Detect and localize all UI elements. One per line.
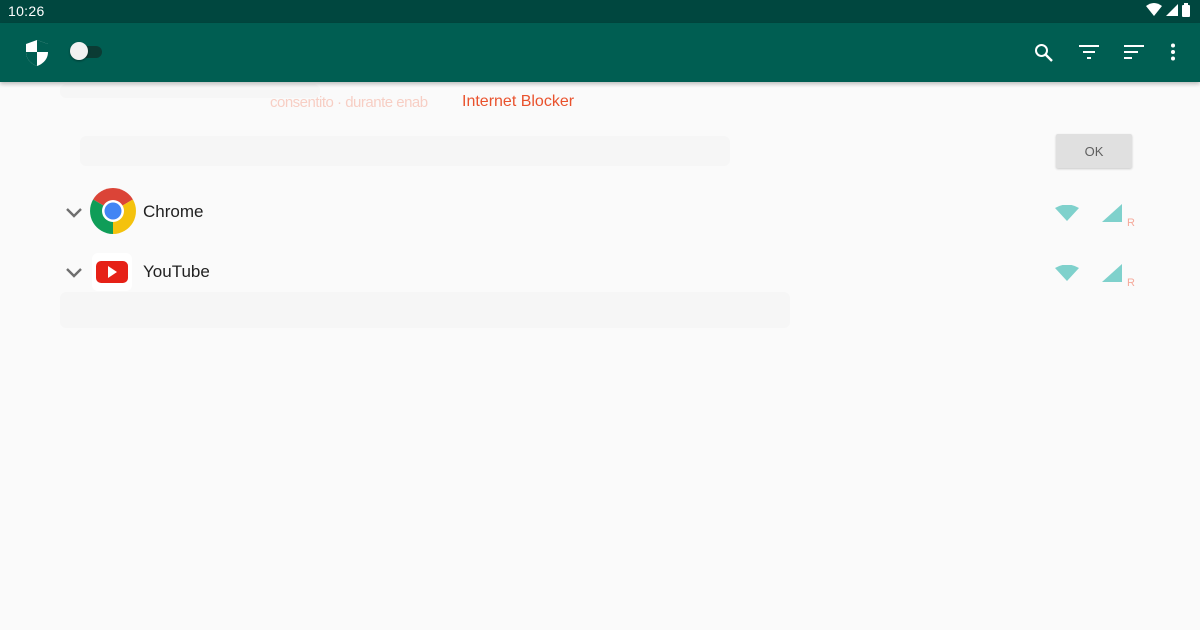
app-row-youtube[interactable]: YouTube R [0,247,1200,297]
more-vert-icon[interactable] [1169,43,1177,61]
sort-icon[interactable] [1124,45,1144,59]
cell-signal-icon[interactable] [1102,204,1122,227]
snackbar: consentito · durante enab Internet Block… [0,88,1200,118]
signal-icon [1166,3,1178,21]
ok-button[interactable]: OK [1056,134,1132,168]
cell-signal-icon[interactable] [1102,264,1122,287]
app-row-chrome[interactable]: Chrome R [0,187,1200,237]
fading-overlay [80,136,730,166]
system-icons [1146,2,1190,22]
filter-icon[interactable] [1079,45,1099,59]
app-name: YouTube [143,262,210,281]
status-bar: 10:26 [0,0,1200,23]
chevron-down-icon[interactable] [66,265,82,283]
app-name: Chrome [143,202,204,221]
wifi-toggle-icon[interactable] [1055,264,1079,286]
roaming-label: R [1127,217,1135,229]
status-time: 10:26 [8,3,45,19]
battery-icon [1182,2,1190,22]
master-switch[interactable] [70,42,102,60]
snackbar-message: Internet Blocker [462,93,575,110]
wifi-toggle-icon[interactable] [1055,204,1079,226]
wifi-icon [1146,3,1162,21]
youtube-icon [92,253,132,296]
fading-overlay [60,292,790,328]
chrome-icon [90,188,136,239]
search-icon[interactable] [1034,43,1054,63]
switch-thumb [70,42,88,60]
shield-icon[interactable] [25,39,49,67]
chevron-down-icon[interactable] [66,205,82,223]
snackbar-ghost-text: consentito · durante enab [270,94,428,111]
roaming-label: R [1127,277,1135,289]
app-toolbar [0,23,1200,82]
